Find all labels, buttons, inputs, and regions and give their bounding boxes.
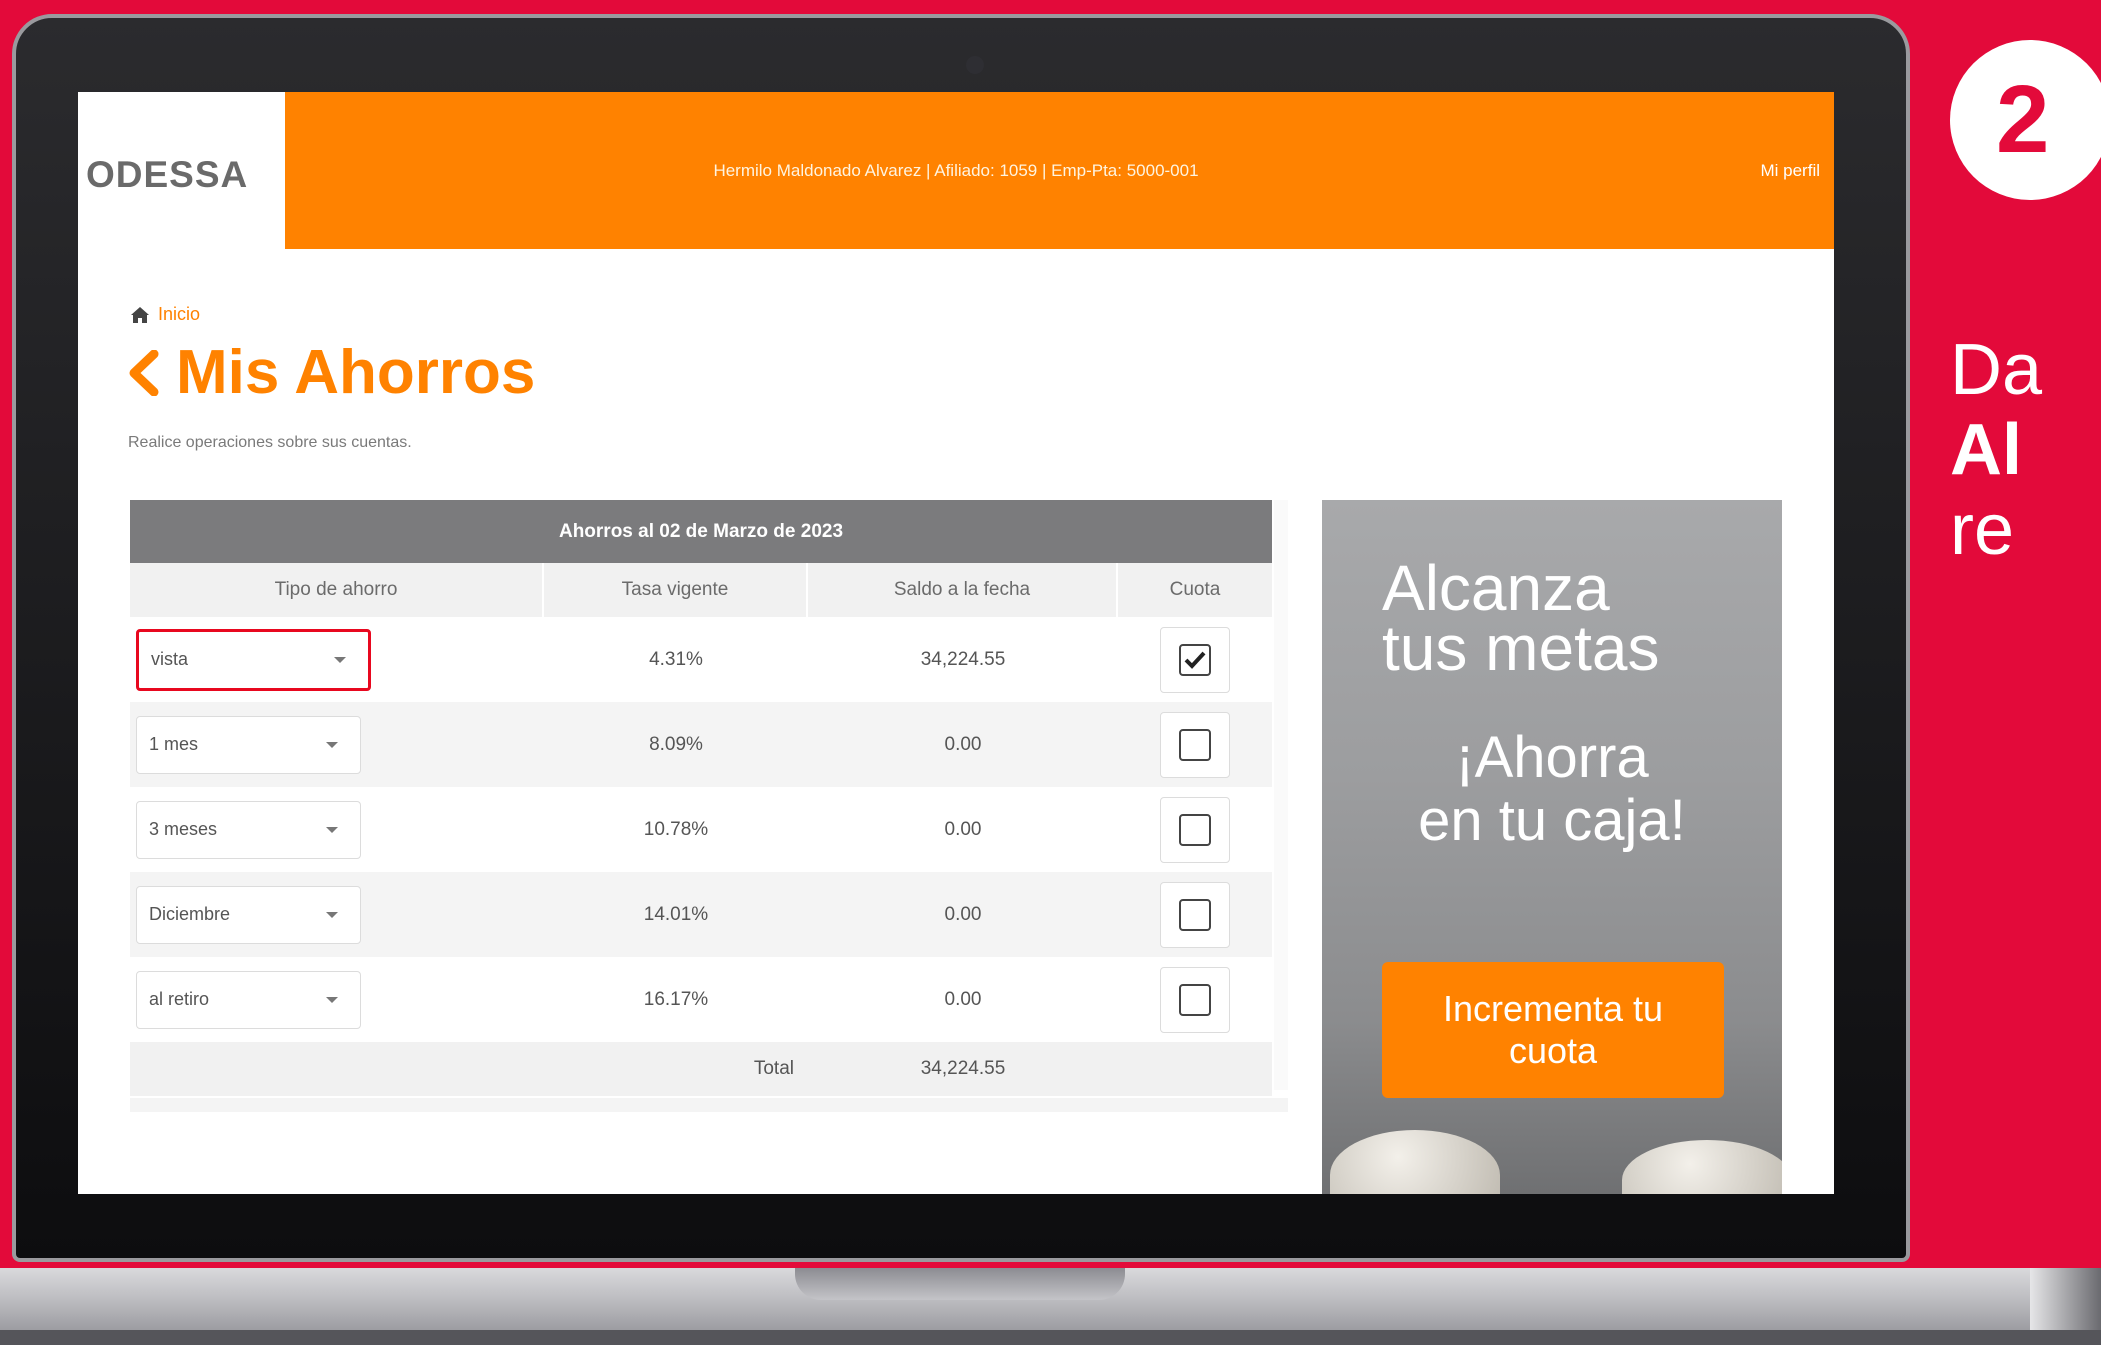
promo-line-4: en tu caja! (1418, 788, 1686, 853)
total-value: 34,224.55 (920, 1058, 1006, 1079)
balance-cell: 0.00 (944, 818, 982, 840)
laptop-base-edge (2030, 1268, 2101, 1330)
side-text-line-1: Da (1950, 330, 2043, 410)
select-value: al retiro (149, 989, 210, 1009)
caret-down-icon (326, 741, 338, 748)
cuota-checkbox[interactable] (1179, 813, 1211, 846)
horizontal-scrollbar[interactable] (130, 1098, 1288, 1112)
table-caption: Ahorros al 02 de Marzo de 2023 (130, 500, 1272, 563)
cuota-checkbox[interactable] (1179, 898, 1211, 931)
check-icon (1184, 651, 1206, 669)
select-value: 1 mes (149, 734, 199, 754)
page-title: Mis Ahorros (126, 337, 535, 408)
savings-type-select[interactable]: 1 mes (136, 715, 361, 774)
select-value: 3 meses (149, 819, 218, 839)
screen: ODESSA Hermilo Maldonado Alvarez | Afili… (78, 92, 1834, 1194)
savings-type-select[interactable]: al retiro (136, 970, 361, 1029)
cuota-checkbox[interactable] (1179, 983, 1211, 1016)
caret-down-icon (326, 996, 338, 1003)
chevron-left-icon[interactable] (126, 349, 160, 396)
rate-cell: 10.78% (643, 818, 709, 840)
cuota-checkbox-wrap[interactable] (1160, 626, 1230, 693)
column-header-tasa: Tasa vigente (544, 563, 808, 617)
savings-table: Ahorros al 02 de Marzo de 2023 Tipo de a… (130, 500, 1288, 1112)
balance-cell: 0.00 (808, 872, 1118, 957)
piggy-bank-image (1622, 1140, 1782, 1194)
laptop-notch (795, 1268, 1125, 1300)
total-row: Total 34,224.55 (130, 1042, 1272, 1096)
promo-banner[interactable]: Alcanza tus metas ¡Ahorra en tu caja! In… (1322, 500, 1782, 1194)
balance-cell: 34,224.55 (920, 648, 1006, 670)
increase-quota-button[interactable]: Incrementa tu cuota (1382, 962, 1724, 1098)
vertical-scrollbar[interactable] (1274, 500, 1288, 1090)
promo-line-2: tus metas (1382, 612, 1660, 684)
cuota-checkbox-wrap[interactable] (1160, 966, 1230, 1033)
table-row: Diciembre 14.01% 0.00 (130, 872, 1272, 957)
rate-cell: 4.31% (649, 648, 703, 670)
laptop-base-shadow (0, 1330, 2101, 1345)
promo-line-3: ¡Ahorra (1455, 725, 1649, 790)
balance-cell: 0.00 (944, 988, 982, 1010)
cuota-checkbox-wrap[interactable] (1160, 796, 1230, 863)
camera (966, 56, 984, 74)
caret-down-icon (326, 826, 338, 833)
breadcrumb: Inicio (130, 304, 200, 325)
cuota-checkbox-wrap[interactable] (1160, 881, 1230, 948)
savings-type-select[interactable]: vista (136, 628, 371, 691)
table-row: 3 meses 10.78% 0.00 (130, 787, 1272, 872)
table-header: Tipo de ahorro Tasa vigente Saldo a la f… (130, 563, 1272, 617)
table-row: vista 4.31% 34,224.55 (130, 617, 1272, 702)
rate-cell: 8.09% (544, 702, 808, 787)
promo-line-1: Alcanza (1382, 552, 1610, 624)
breadcrumb-home-link[interactable]: Inicio (158, 304, 200, 325)
piggy-bank-image (1330, 1130, 1500, 1194)
user-info: Hermilo Maldonado Alvarez | Afiliado: 10… (713, 161, 1199, 180)
total-label: Total (753, 1058, 794, 1079)
column-header-saldo: Saldo a la fecha (808, 563, 1118, 617)
select-value: vista (151, 649, 189, 669)
top-bar: ODESSA Hermilo Maldonado Alvarez | Afili… (78, 92, 1834, 249)
caret-down-icon (334, 656, 346, 663)
caret-down-icon (326, 911, 338, 918)
table-row: al retiro 16.17% 0.00 (130, 957, 1272, 1042)
column-header-cuota: Cuota (1169, 579, 1221, 600)
cuota-checkbox[interactable] (1179, 643, 1211, 676)
balance-cell: 0.00 (808, 702, 1118, 787)
page-title-text: Mis Ahorros (176, 338, 536, 407)
table-row: 1 mes 8.09% 0.00 (130, 702, 1272, 787)
rate-cell: 14.01% (544, 872, 808, 957)
cuota-checkbox[interactable] (1179, 728, 1211, 761)
side-text-line-2: Al (1950, 410, 2022, 490)
step-number: 2 (1950, 40, 2101, 200)
savings-type-select[interactable]: 3 meses (136, 800, 361, 859)
rate-cell: 16.17% (643, 988, 709, 1010)
side-text-line-3: re (1950, 490, 2015, 570)
cuota-checkbox-wrap[interactable] (1160, 711, 1230, 778)
select-value: Diciembre (149, 904, 231, 924)
profile-link[interactable]: Mi perfil (1760, 161, 1820, 181)
page-subtitle: Realice operaciones sobre sus cuentas. (128, 434, 412, 451)
savings-type-select[interactable]: Diciembre (136, 885, 361, 944)
column-header-tipo: Tipo de ahorro (130, 563, 544, 617)
home-icon (131, 306, 149, 323)
